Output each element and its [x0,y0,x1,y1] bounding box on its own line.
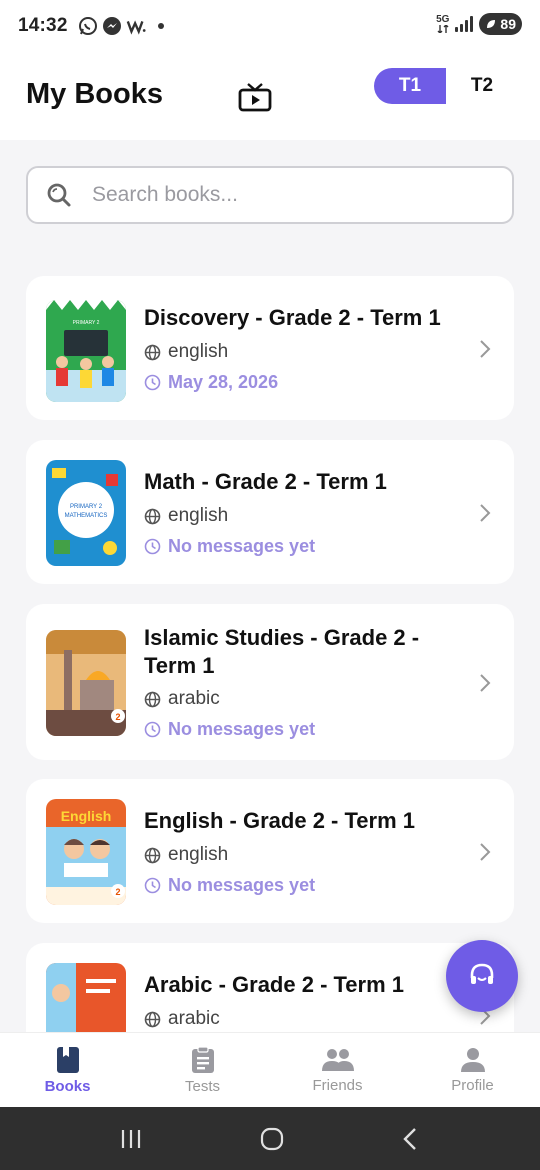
chevron-right-icon [480,340,491,358]
book-language-label: english [168,505,229,526]
headset-icon [470,963,494,984]
clipboard-icon [191,1046,214,1073]
book-status-label: No messages yet [168,875,316,895]
book-cover-image: English 2 [46,799,126,905]
book-language-label: arabic [168,688,220,709]
nav-tests[interactable]: Tests [135,1033,270,1108]
status-right: 5G 89 [436,13,522,35]
book-card-english[interactable]: English 2 English - Grade 2 - Term 1 eng… [26,779,514,923]
globe-icon [144,344,161,360]
book-status: No messages yet [144,875,315,896]
nav-tests-label: Tests [184,1078,220,1095]
search-input[interactable] [92,183,472,207]
network-indicator: 5G [436,15,449,33]
friends-icon [321,1049,354,1071]
book-list: PRIMARY 2 Discovery - Grade 2 - Term 1 e… [0,276,540,1032]
profile-icon [460,1048,485,1072]
book-title: English - Grade 2 - Term 1 [144,808,415,833]
globe-icon [144,847,161,863]
bottom-navigation: Books Tests Friends Profile [0,1032,540,1107]
clock-icon [144,877,161,894]
search-box[interactable] [26,166,514,224]
nav-profile-label: Profile [451,1077,494,1094]
book-icon [56,1047,79,1073]
svg-text:2: 2 [115,712,120,722]
term-t2-button[interactable]: T2 [446,68,518,104]
book-card-discovery[interactable]: PRIMARY 2 Discovery - Grade 2 - Term 1 e… [26,276,514,420]
clock-icon [144,374,161,391]
book-status-label: No messages yet [168,719,316,739]
term-t1-button[interactable]: T1 [374,68,446,104]
tv-play-icon[interactable] [238,82,272,112]
battery-saver-icon [487,20,496,28]
book-title: Arabic - Grade 2 - Term 1 [144,972,405,997]
svg-text:2: 2 [115,887,120,897]
book-language: english [144,844,228,866]
nav-profile[interactable]: Profile [405,1033,540,1108]
nav-books[interactable]: Books [0,1033,135,1108]
book-card-arabic[interactable]: Arabic - Grade 2 - Term 1 arabic [26,943,514,1032]
book-card-math[interactable]: PRIMARY 2 MATHEMATICS Math - Grade 2 - T… [26,440,514,584]
book-language: english [144,505,228,527]
back-icon[interactable] [401,1127,421,1151]
book-language-label: english [168,341,229,362]
globe-icon [144,1011,161,1027]
book-language: arabic [144,688,220,710]
signal-icon [455,16,474,32]
book-language: arabic [144,1008,220,1030]
book-status-label: No messages yet [168,536,316,556]
notification-icons [78,16,164,36]
book-cover-image: PRIMARY 2 [46,300,126,402]
book-cover-image [46,963,126,1032]
status-time: 14:32 [18,15,68,36]
battery-indicator: 89 [479,13,522,35]
term-toggle: T1 T2 [374,68,518,104]
book-language: english [144,341,228,363]
nav-books-label: Books [44,1078,91,1095]
chevron-right-icon [480,674,491,692]
battery-level: 89 [500,16,516,32]
recent-apps-icon[interactable] [119,1128,143,1150]
messenger-icon [102,16,122,36]
system-navigation-bar [0,1107,540,1170]
book-title: Math - Grade 2 - Term 1 [144,469,387,494]
book-card-islamic-studies[interactable]: 2 Islamic Studies - Grade 2 - Term 1 ara… [26,604,514,760]
w-app-icon [126,16,146,36]
nav-friends-label: Friends [312,1077,363,1094]
globe-icon [144,508,161,524]
svg-text:PRIMARY 2: PRIMARY 2 [70,504,103,510]
svg-text:MATHEMATICS: MATHEMATICS [65,513,108,519]
globe-icon [144,691,161,707]
status-bar: 14:32 5G 89 [0,0,540,52]
whatsapp-icon [78,16,98,36]
book-status: No messages yet [144,719,315,740]
page-title: My Books [26,78,163,110]
book-cover-image: 2 [46,630,126,736]
network-label: 5G [436,14,450,25]
support-chat-button[interactable] [446,940,518,1012]
chevron-right-icon [480,843,491,861]
book-status-label: May 28, 2026 [168,372,279,392]
book-cover-image: PRIMARY 2 MATHEMATICS [46,460,126,566]
book-language-label: english [168,844,229,865]
home-icon[interactable] [260,1127,284,1151]
search-icon [47,183,71,207]
book-title: Discovery - Grade 2 - Term 1 [144,305,441,330]
book-language-label: arabic [168,1008,220,1029]
clock-icon [144,721,161,738]
book-status: May 28, 2026 [144,372,278,393]
book-status: No messages yet [144,536,315,557]
nav-friends[interactable]: Friends [270,1033,405,1108]
chevron-right-icon [480,504,491,522]
svg-text:English: English [61,808,112,824]
svg-text:PRIMARY 2: PRIMARY 2 [73,320,100,326]
book-title: Islamic Studies - Grade 2 - Term 1 [144,625,420,678]
app-header: My Books T1 T2 [0,52,540,140]
clock-icon [144,538,161,555]
more-notifications-dot [157,23,164,29]
